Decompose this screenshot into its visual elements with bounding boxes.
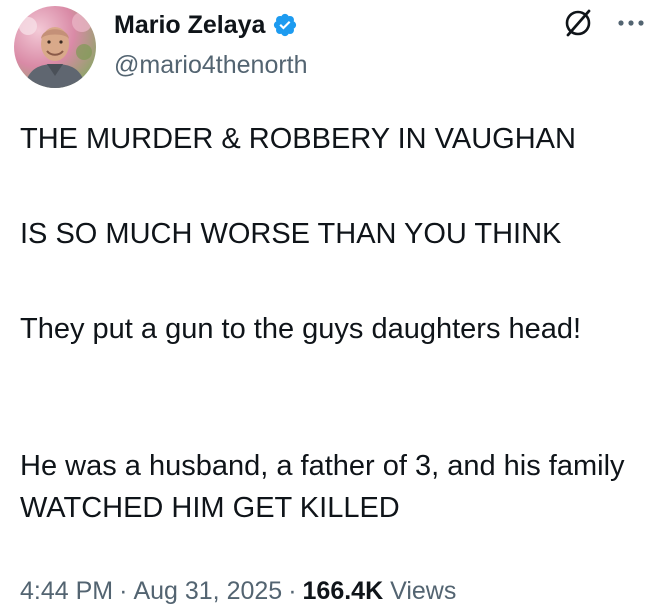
author-display-name[interactable]: Mario Zelaya bbox=[114, 10, 265, 40]
tweet-date[interactable]: Aug 31, 2025 bbox=[133, 577, 282, 605]
avatar[interactable] bbox=[14, 6, 96, 88]
tweet: Mario Zelaya @mario4thenorth THE MURDER … bbox=[0, 0, 660, 616]
grok-icon[interactable] bbox=[562, 7, 594, 39]
tweet-time[interactable]: 4:44 PM bbox=[20, 577, 113, 605]
verified-badge-icon[interactable] bbox=[272, 12, 298, 38]
avatar-photo bbox=[14, 6, 96, 88]
tweet-metadata: 4:44 PM · Aug 31, 2025 · 166.4K Views bbox=[20, 575, 456, 607]
tweet-paragraph: He was a husband, a father of 3, and his… bbox=[20, 450, 625, 524]
tweet-paragraph: THE MURDER & ROBBERY IN VAUGHAN bbox=[20, 123, 576, 155]
author-handle[interactable]: @mario4thenorth bbox=[114, 50, 308, 80]
more-horizontal-icon[interactable] bbox=[614, 8, 648, 38]
meta-separator: · bbox=[119, 577, 128, 605]
tweet-paragraph: IS SO MUCH WORSE THAN YOU THINK bbox=[20, 218, 562, 250]
views-label[interactable]: Views bbox=[390, 577, 456, 605]
meta-separator: · bbox=[288, 577, 297, 605]
views-count[interactable]: 166.4K bbox=[303, 577, 384, 605]
author-display-name-row[interactable]: Mario Zelaya bbox=[114, 10, 298, 40]
tweet-paragraph: They put a gun to the guys daughters hea… bbox=[20, 313, 582, 345]
